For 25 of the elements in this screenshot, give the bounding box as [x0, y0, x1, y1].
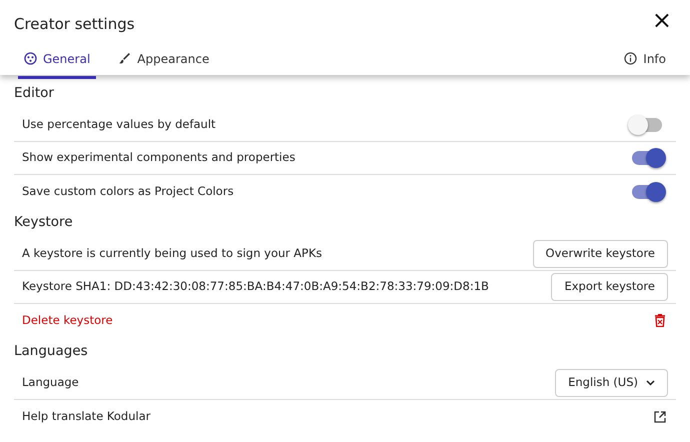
external-link-icon[interactable]: [654, 410, 666, 422]
language-select[interactable]: English (US): [555, 369, 668, 397]
close-button[interactable]: ×: [648, 8, 676, 32]
setting-label: Language: [22, 374, 79, 392]
dialog-title: Creator settings: [14, 14, 135, 35]
tab[interactable]: Appearance: [112, 44, 216, 78]
delete-link[interactable]: Delete keystore: [22, 312, 113, 330]
palette-icon: [24, 52, 37, 65]
chevron-down-icon: [646, 380, 655, 386]
trash-icon[interactable]: [654, 314, 666, 327]
info-tab[interactable]: Info: [618, 44, 672, 78]
brush-icon: [118, 52, 132, 65]
section-heading: Languages: [13, 342, 89, 361]
action-button[interactable]: Overwrite keystore: [532, 240, 668, 268]
tab[interactable]: General: [18, 44, 96, 78]
setting-label: Keystore SHA1: DD:43:42:30:08:77:85:BA:B4:47:0B:A9:54:B2:78:33:79:09:D8:1B: [22, 278, 489, 296]
setting-label: Use percentage values by default: [22, 116, 216, 134]
section-heading: Editor: [13, 84, 55, 103]
setting-label: Show experimental components and properties: [22, 149, 296, 166]
setting-label: A keystore is currently being used to sign your APKs: [22, 245, 322, 262]
setting-label: Save custom colors as Project Colors: [22, 182, 234, 200]
export-button[interactable]: Export keystore: [551, 273, 668, 301]
info-icon: [624, 52, 638, 65]
setting-label: Help translate Kodular: [22, 408, 150, 425]
section-heading: Keystore: [13, 213, 74, 232]
